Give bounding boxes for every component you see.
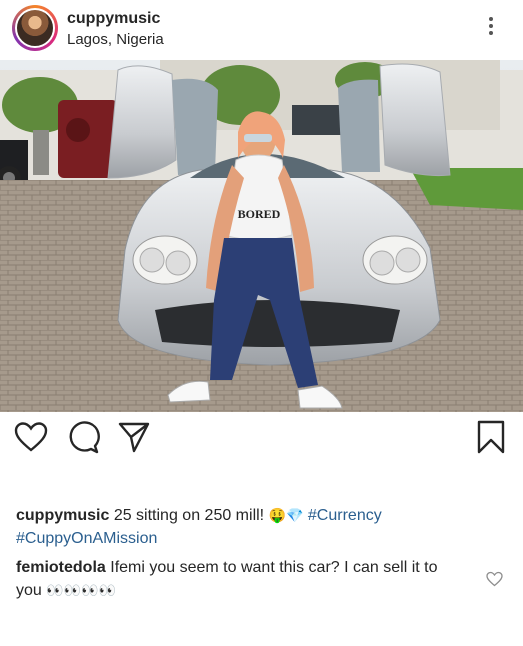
post-header: cuppymusic Lagos, Nigeria bbox=[0, 0, 523, 60]
avatar-image bbox=[15, 8, 55, 48]
comment-item: femiotedola Ifemi you seem to want this … bbox=[16, 556, 466, 602]
post-actions-bar bbox=[0, 420, 523, 460]
more-options-icon[interactable] bbox=[483, 14, 499, 40]
comment-icon[interactable] bbox=[66, 420, 100, 454]
shirt-text: BORED bbox=[238, 207, 281, 221]
post-caption: cuppymusic 25 sitting on 250 mill! 🤑💎 #C… bbox=[16, 504, 496, 550]
post-photo[interactable]: BORED bbox=[0, 60, 523, 412]
heart-icon[interactable] bbox=[14, 420, 48, 454]
hashtag-cuppyonamission[interactable]: #CuppyOnAMission bbox=[16, 530, 157, 547]
bookmark-icon[interactable] bbox=[474, 420, 508, 454]
caption-text: 25 sitting on 250 mill! bbox=[113, 507, 265, 524]
hashtag-currency[interactable]: #Currency bbox=[308, 507, 382, 524]
comment-like-heart-icon[interactable] bbox=[486, 571, 503, 587]
comment-username[interactable]: femiotedola bbox=[16, 559, 106, 576]
avatar[interactable] bbox=[12, 5, 58, 51]
post-location[interactable]: Lagos, Nigeria bbox=[67, 31, 164, 48]
caption-username[interactable]: cuppymusic bbox=[16, 507, 109, 524]
comment-emojis: 👀👀👀👀 bbox=[46, 582, 116, 598]
post-photo-image: BORED bbox=[0, 60, 523, 412]
caption-emojis: 🤑💎 bbox=[268, 507, 304, 523]
post-username[interactable]: cuppymusic bbox=[67, 10, 160, 28]
send-icon[interactable] bbox=[117, 420, 151, 454]
